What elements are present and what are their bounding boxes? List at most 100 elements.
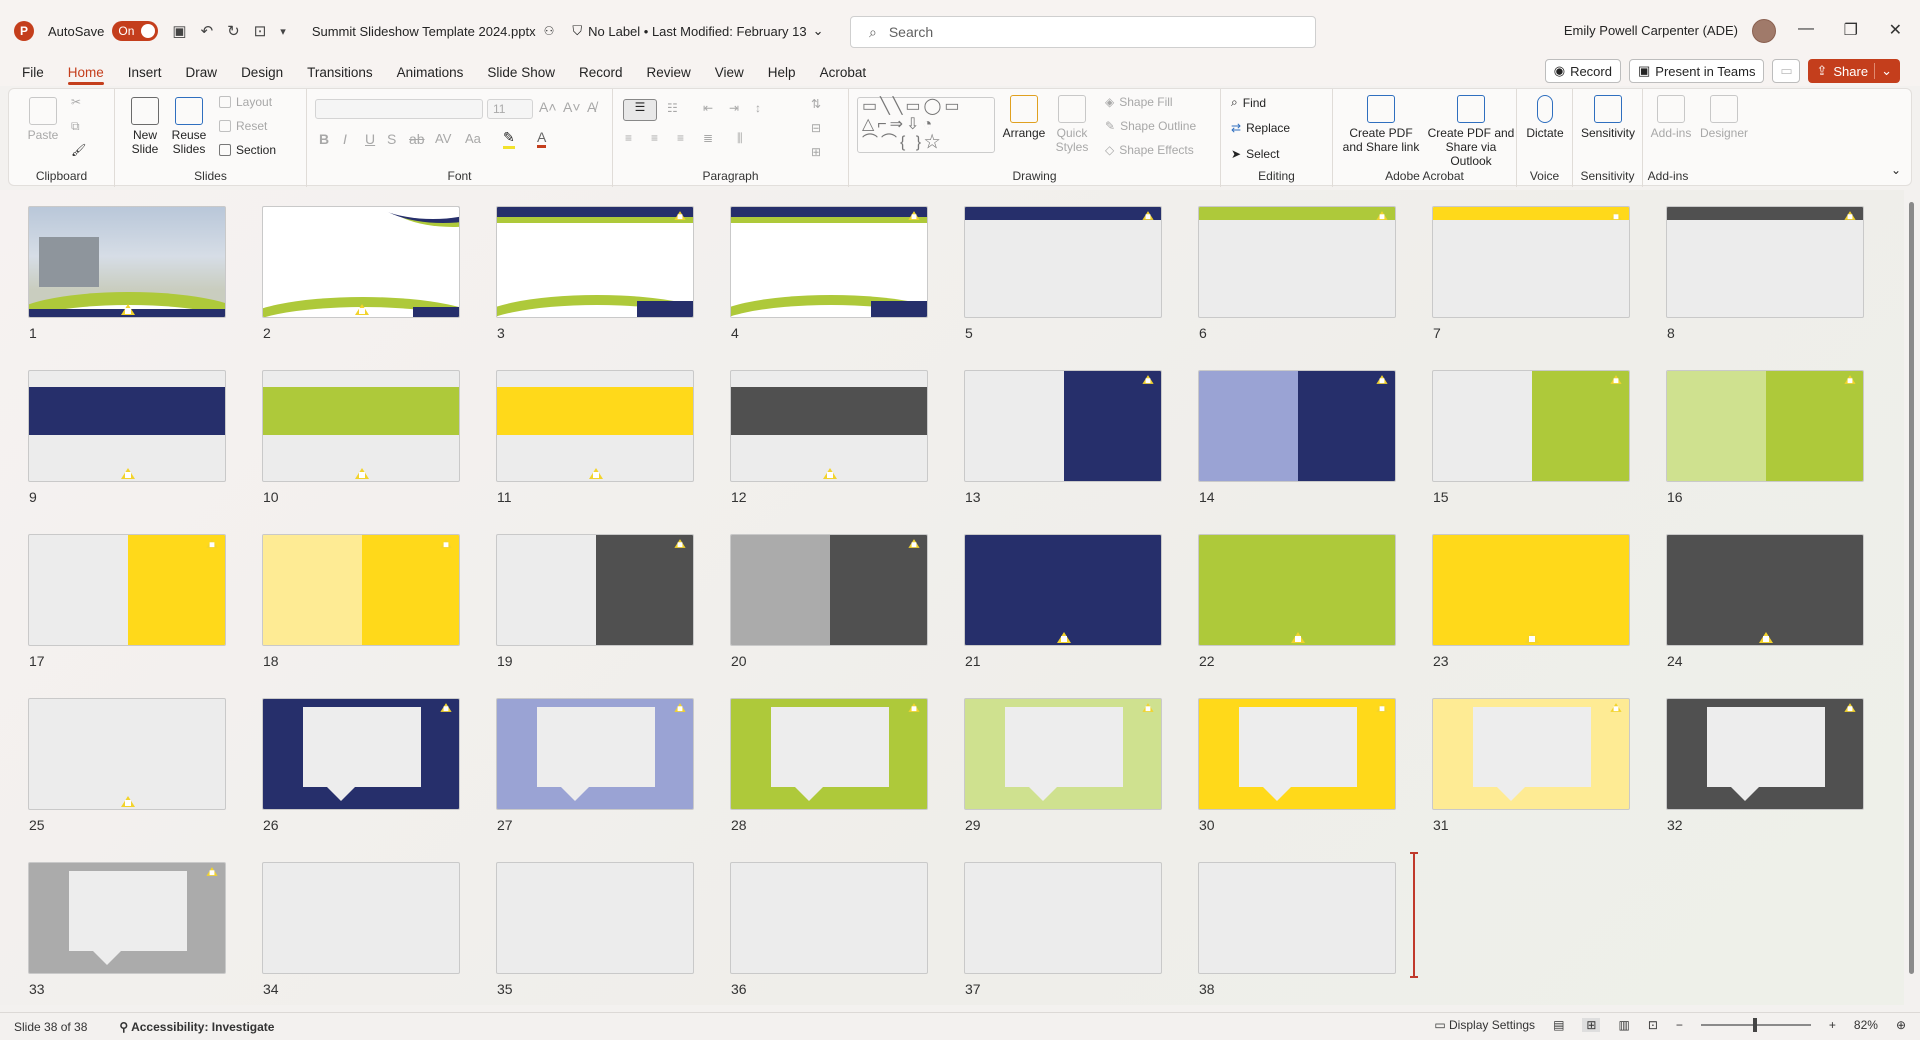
character-spacing-icon[interactable]: AV bbox=[435, 131, 451, 146]
customize-toolbar-icon[interactable]: ▾ bbox=[280, 25, 286, 38]
strikethrough-icon[interactable]: ab bbox=[409, 131, 425, 147]
tab-record[interactable]: Record bbox=[579, 61, 623, 84]
grow-font-icon[interactable]: A˄ bbox=[539, 99, 557, 115]
align-center-icon[interactable]: ≡ bbox=[651, 131, 658, 145]
align-left-icon[interactable]: ≡ bbox=[625, 131, 632, 145]
zoom-out-icon[interactable]: − bbox=[1676, 1018, 1683, 1032]
layout-button[interactable]: Layout bbox=[219, 95, 272, 109]
normal-view-icon[interactable]: ▤ bbox=[1553, 1018, 1564, 1032]
shape-effects-button[interactable]: ◇ Shape Effects bbox=[1105, 143, 1194, 157]
slide-thumbnail[interactable] bbox=[730, 698, 928, 810]
slide-thumbnail[interactable] bbox=[1432, 370, 1630, 482]
collapse-ribbon-icon[interactable]: ⌄ bbox=[1891, 163, 1901, 177]
slide-thumbnail[interactable] bbox=[1198, 206, 1396, 318]
slide-thumbnail[interactable] bbox=[1432, 534, 1630, 646]
dictate-button[interactable]: Dictate bbox=[1523, 95, 1567, 140]
slide-thumbnail[interactable] bbox=[28, 862, 226, 974]
underline-icon[interactable]: U bbox=[365, 131, 375, 147]
slide-thumbnail[interactable] bbox=[964, 534, 1162, 646]
present-from-start-icon[interactable]: ⊡ bbox=[254, 22, 267, 40]
add-ins-button[interactable]: Add-ins bbox=[1649, 95, 1693, 140]
slide-sorter-view-icon[interactable]: ⊞ bbox=[1582, 1018, 1601, 1032]
zoom-in-icon[interactable]: + bbox=[1829, 1018, 1836, 1032]
vertical-scrollbar[interactable] bbox=[1908, 196, 1916, 980]
present-in-teams-button[interactable]: ▣ Present in Teams bbox=[1628, 59, 1765, 83]
fit-to-window-icon[interactable]: ⊕ bbox=[1896, 1018, 1906, 1032]
arrange-button[interactable]: Arrange bbox=[1001, 95, 1047, 140]
increase-indent-icon[interactable]: ⇥ bbox=[729, 101, 739, 115]
tab-home[interactable]: Home bbox=[67, 61, 104, 85]
new-slide-button[interactable]: New Slide bbox=[125, 97, 165, 156]
redo-icon[interactable]: ↻ bbox=[227, 22, 240, 40]
slide-thumbnail[interactable] bbox=[964, 370, 1162, 482]
zoom-slider-knob[interactable] bbox=[1752, 1018, 1757, 1032]
copy-icon[interactable]: ⧉ bbox=[71, 119, 80, 134]
cut-icon[interactable]: ✂ bbox=[71, 95, 81, 109]
slide-thumbnail[interactable] bbox=[730, 206, 928, 318]
slide-thumbnail[interactable] bbox=[964, 698, 1162, 810]
scrollbar-thumb[interactable] bbox=[1909, 202, 1914, 974]
tab-transitions[interactable]: Transitions bbox=[307, 61, 373, 84]
save-icon[interactable]: ▣ bbox=[172, 22, 186, 40]
justify-icon[interactable]: ≣ bbox=[703, 131, 713, 145]
zoom-level[interactable]: 82% bbox=[1854, 1018, 1878, 1032]
text-direction-icon[interactable]: ⇅ bbox=[811, 97, 821, 111]
sensitivity-label-info[interactable]: ⛉ No Label • Last Modified: February 13 … bbox=[572, 23, 823, 39]
tab-draw[interactable]: Draw bbox=[186, 61, 218, 84]
paste-button[interactable]: Paste bbox=[23, 97, 63, 142]
create-pdf-outlook-button[interactable]: Create PDF and Share via Outlook bbox=[1427, 95, 1515, 168]
slideshow-view-icon[interactable]: ⊡ bbox=[1648, 1018, 1658, 1032]
slide-thumbnail[interactable] bbox=[262, 534, 460, 646]
create-pdf-share-link-button[interactable]: Create PDF and Share link bbox=[1339, 95, 1423, 154]
align-right-icon[interactable]: ≡ bbox=[677, 131, 684, 145]
slide-thumbnail[interactable] bbox=[496, 534, 694, 646]
align-text-icon[interactable]: ⊟ bbox=[811, 121, 821, 135]
slide-thumbnail[interactable] bbox=[496, 698, 694, 810]
accessibility-status[interactable]: ⚲ Accessibility: Investigate bbox=[119, 1020, 274, 1034]
tab-review[interactable]: Review bbox=[647, 61, 691, 84]
tab-help[interactable]: Help bbox=[768, 61, 796, 84]
select-button[interactable]: ➤ Select bbox=[1231, 147, 1279, 161]
reset-button[interactable]: Reset bbox=[219, 119, 267, 133]
decrease-indent-icon[interactable]: ⇤ bbox=[703, 101, 713, 115]
line-spacing-icon[interactable]: ↕ bbox=[755, 101, 761, 115]
shape-outline-button[interactable]: ✎ Shape Outline bbox=[1105, 119, 1196, 133]
designer-button[interactable]: Designer bbox=[1699, 95, 1749, 140]
slide-thumbnail[interactable] bbox=[28, 698, 226, 810]
reading-view-icon[interactable]: ▥ bbox=[1618, 1018, 1629, 1032]
change-case-icon[interactable]: Aa bbox=[465, 131, 481, 146]
autosave-toggle[interactable]: On bbox=[112, 21, 159, 41]
clear-formatting-icon[interactable]: A̸ bbox=[587, 99, 596, 115]
tab-design[interactable]: Design bbox=[241, 61, 283, 84]
slide-thumbnail[interactable] bbox=[730, 862, 928, 974]
quick-styles-button[interactable]: Quick Styles bbox=[1049, 95, 1095, 154]
slide-thumbnail[interactable] bbox=[730, 370, 928, 482]
document-filename[interactable]: Summit Slideshow Template 2024.pptx bbox=[312, 24, 536, 39]
tab-file[interactable]: File bbox=[22, 61, 44, 84]
search-input[interactable]: ⌕ Search bbox=[850, 16, 1316, 48]
slide-thumbnail[interactable] bbox=[1198, 370, 1396, 482]
shadow-icon[interactable]: S bbox=[387, 131, 396, 147]
tab-view[interactable]: View bbox=[715, 61, 744, 84]
shrink-font-icon[interactable]: A˅ bbox=[563, 99, 581, 115]
slide-thumbnail[interactable] bbox=[1432, 206, 1630, 318]
section-button[interactable]: Section bbox=[219, 143, 276, 157]
slide-thumbnail[interactable] bbox=[262, 370, 460, 482]
slide-thumbnail[interactable] bbox=[28, 534, 226, 646]
slide-thumbnail[interactable] bbox=[28, 206, 226, 318]
font-name-select[interactable] bbox=[315, 99, 483, 119]
reuse-slides-button[interactable]: Reuse Slides bbox=[169, 97, 209, 156]
slide-thumbnail[interactable] bbox=[964, 206, 1162, 318]
slide-thumbnail[interactable] bbox=[1432, 698, 1630, 810]
restore-icon[interactable]: ❐ bbox=[1844, 20, 1858, 40]
slide-thumbnail[interactable] bbox=[1666, 698, 1864, 810]
tab-acrobat[interactable]: Acrobat bbox=[820, 61, 867, 84]
bold-icon[interactable]: B bbox=[319, 131, 329, 147]
slide-thumbnail[interactable] bbox=[262, 862, 460, 974]
slide-thumbnail[interactable] bbox=[262, 206, 460, 318]
slide-thumbnail[interactable] bbox=[496, 370, 694, 482]
slide-thumbnail[interactable] bbox=[1666, 534, 1864, 646]
slide-thumbnail[interactable] bbox=[262, 698, 460, 810]
font-size-select[interactable]: 11 bbox=[487, 99, 533, 119]
highlight-icon[interactable]: ✎ bbox=[503, 129, 515, 149]
